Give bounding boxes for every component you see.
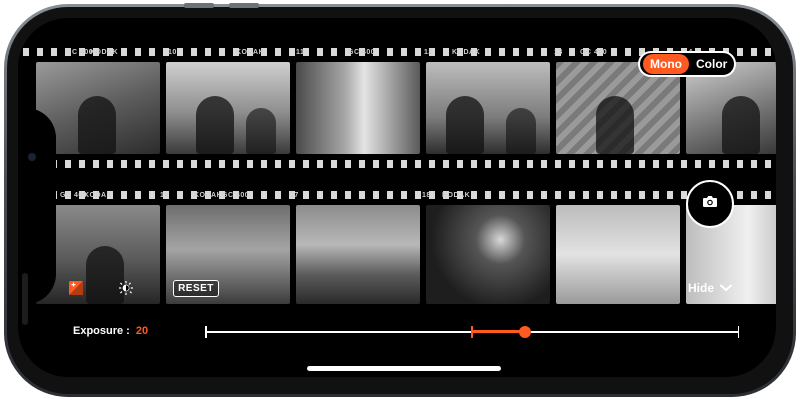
- exposure-tool-icon[interactable]: [68, 280, 84, 296]
- volume-button: [184, 3, 214, 8]
- slider-center-mark: [471, 326, 473, 338]
- chevron-down-icon: [720, 281, 733, 295]
- slider-min-cap: [205, 326, 207, 338]
- reset-button[interactable]: RESET: [173, 280, 219, 297]
- film-brand-label: KODAK: [194, 192, 223, 199]
- exposure-label: Exposure : 20: [73, 325, 148, 337]
- color-option[interactable]: Color: [689, 54, 734, 74]
- exposure-value: 20: [135, 325, 149, 337]
- earpiece-speaker: [22, 273, 28, 325]
- mono-option[interactable]: Mono: [643, 54, 689, 74]
- film-brand-label: KODAK: [90, 49, 119, 56]
- frame-number: 16: [160, 192, 169, 199]
- slider-thumb[interactable]: [519, 326, 532, 338]
- frame-number: 11: [296, 49, 305, 56]
- slider-fill: [472, 330, 526, 333]
- film-brand-label: KODAK: [236, 49, 265, 56]
- film-frame-photo[interactable]: [556, 205, 680, 304]
- app-screen: GC 400 KODAK 10 KODAK 11 GC 400 12 KODAK…: [18, 18, 776, 377]
- film-frame-photo[interactable]: [426, 62, 550, 154]
- frame-number: 17: [290, 192, 299, 199]
- phone-notch: [18, 108, 56, 325]
- film-perforations: [18, 160, 776, 168]
- front-camera: [28, 153, 36, 161]
- film-frame-photo[interactable]: [426, 205, 550, 304]
- film-brand-label: KODAK: [442, 192, 471, 199]
- film-brand-label: KODAK: [452, 49, 481, 56]
- slider-max-cap: [737, 326, 739, 338]
- film-perforations: [18, 191, 776, 199]
- frame-number: 10: [168, 49, 177, 56]
- film-frame-photo[interactable]: [166, 62, 290, 154]
- hide-label: Hide: [688, 281, 715, 295]
- film-brand-label: KODAK: [84, 192, 113, 199]
- frame-number: 13: [554, 49, 563, 56]
- film-frame-photo[interactable]: [296, 62, 420, 154]
- capture-button[interactable]: [686, 180, 734, 228]
- film-stock-label: GC 400: [222, 192, 250, 199]
- camera-icon: [702, 195, 718, 213]
- exposure-slider[interactable]: [205, 325, 739, 339]
- brightness-icon[interactable]: [118, 280, 134, 296]
- volume-button: [229, 3, 259, 8]
- exposure-label-text: Exposure :: [73, 325, 130, 337]
- home-indicator[interactable]: [307, 366, 501, 371]
- film-stock-label: GC 400: [348, 49, 376, 56]
- film-stock-label: GC 400: [580, 49, 608, 56]
- mono-color-toggle[interactable]: Mono Color: [638, 51, 736, 77]
- film-frame-photo[interactable]: [296, 205, 420, 304]
- frame-number: 18: [422, 192, 431, 199]
- hide-button[interactable]: Hide: [688, 281, 733, 295]
- frame-number: 12: [424, 49, 433, 56]
